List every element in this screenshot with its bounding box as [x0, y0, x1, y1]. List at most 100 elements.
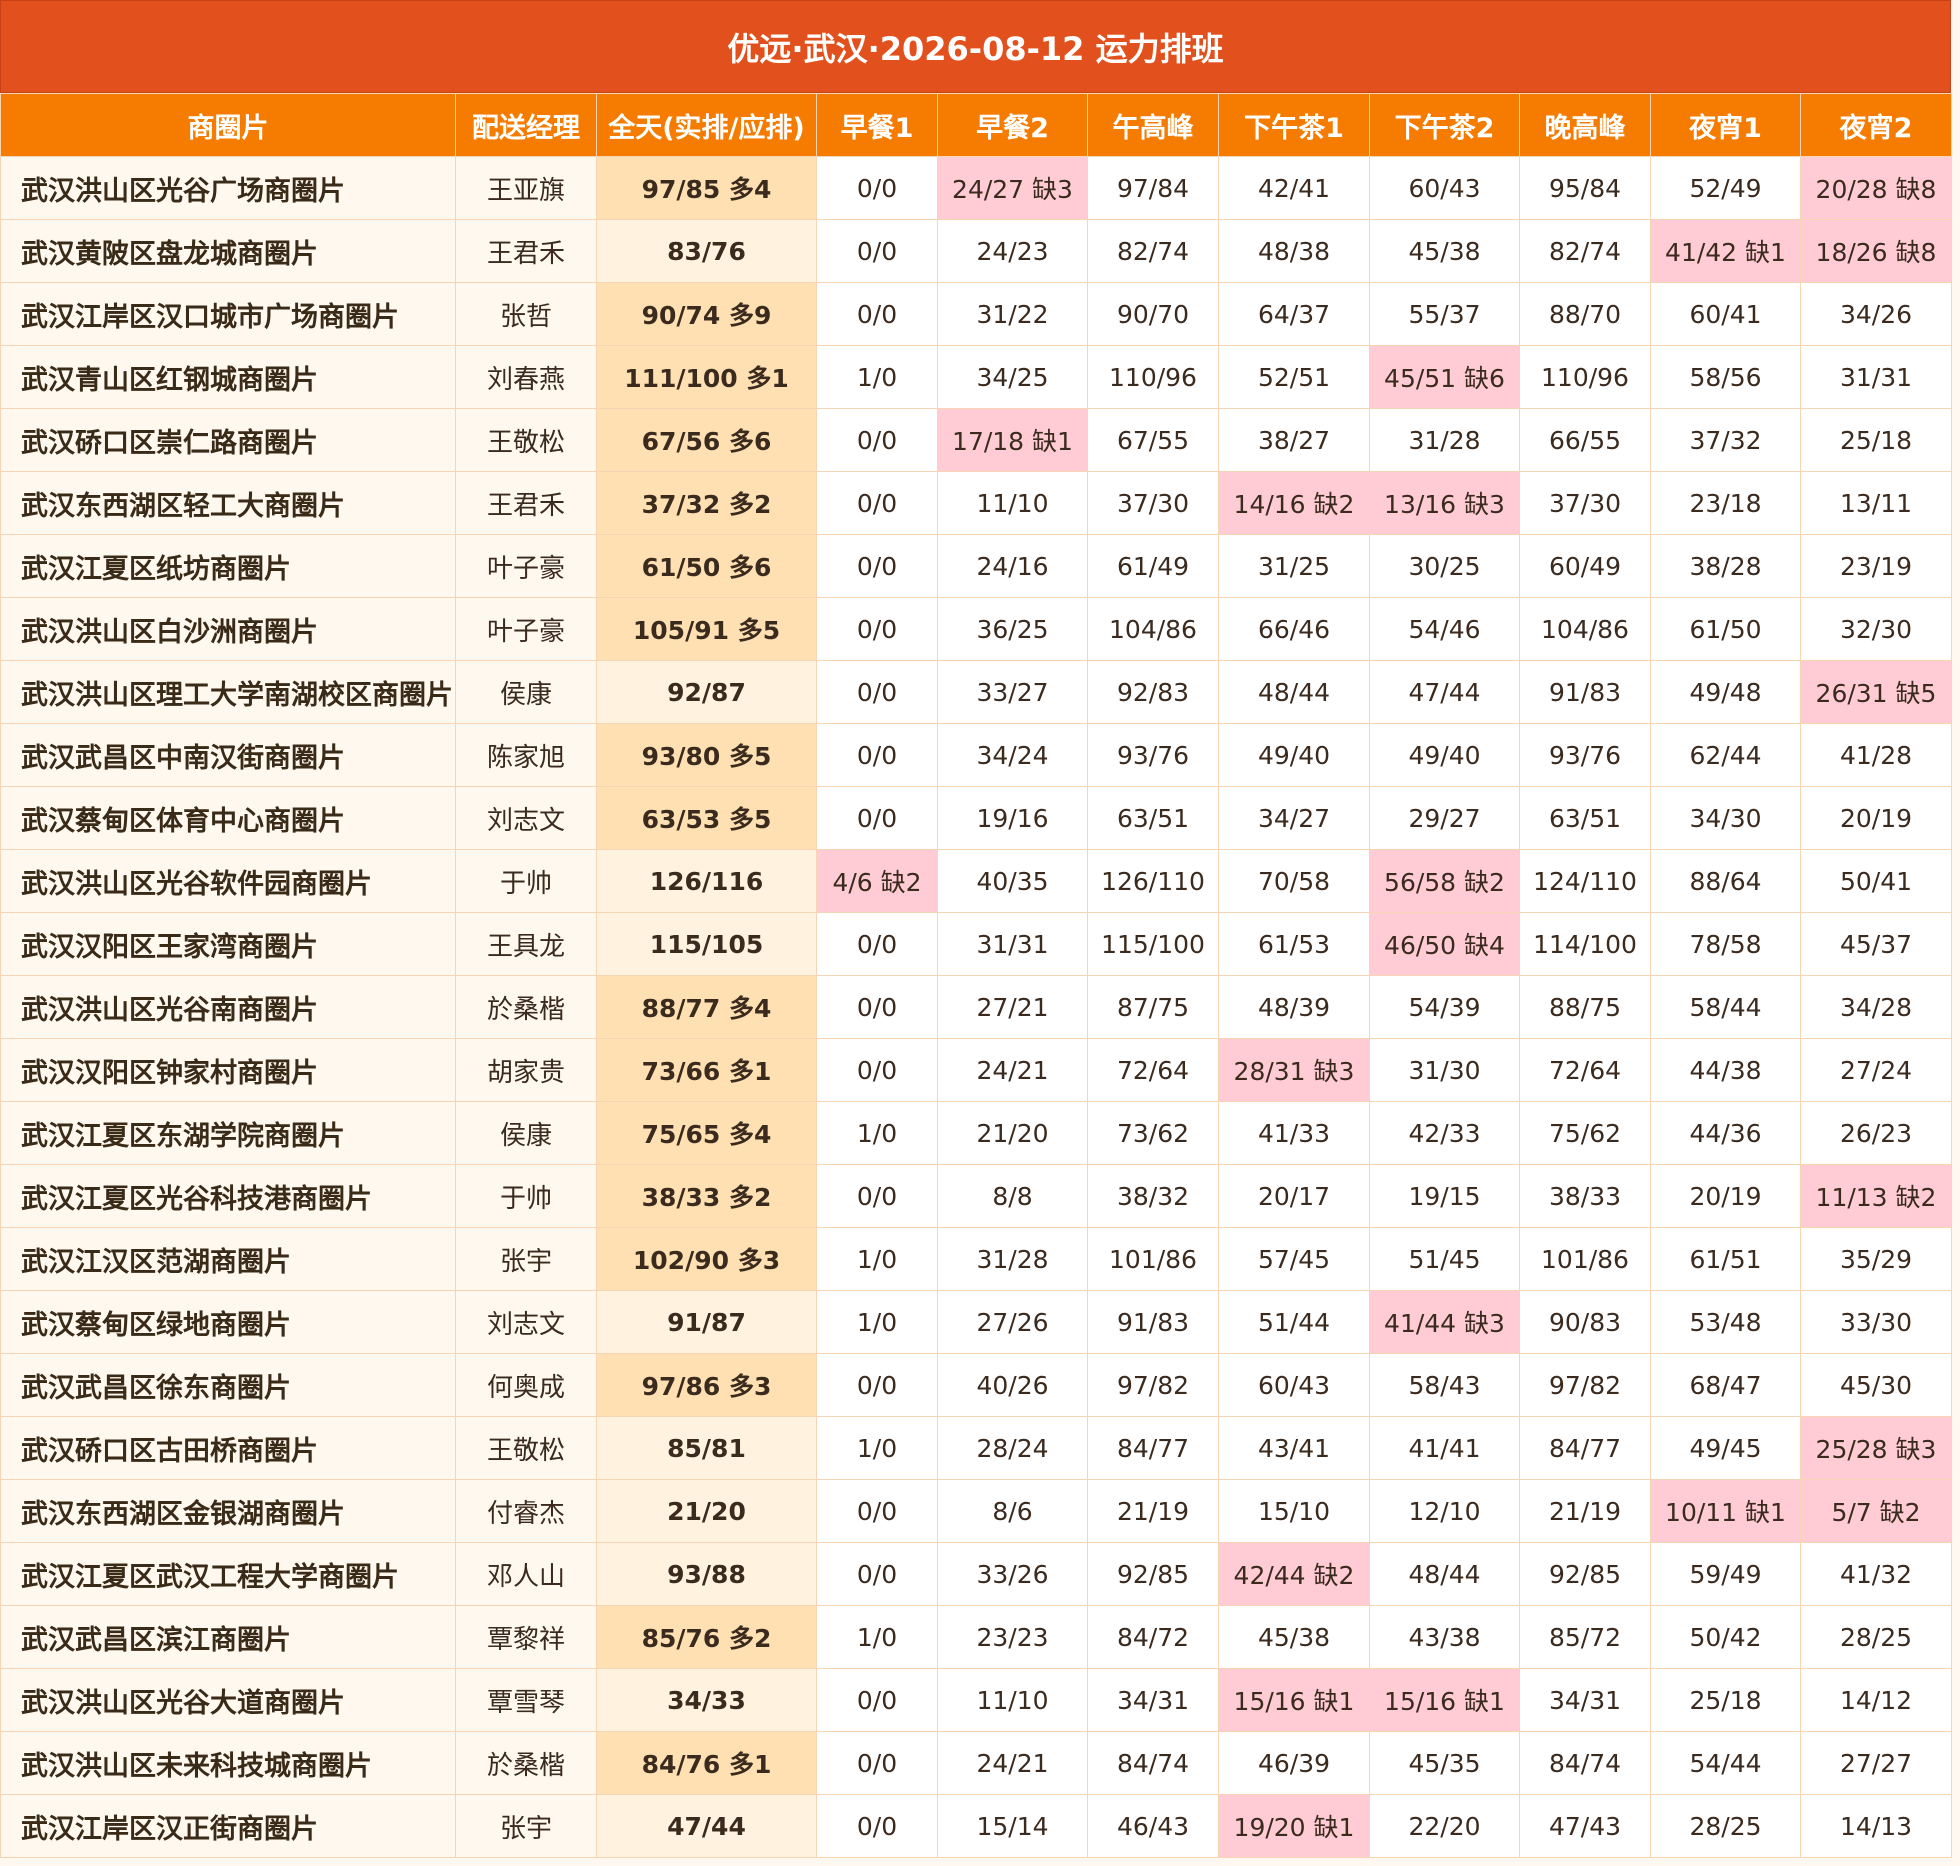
manager-cell: 覃雪琴 — [455, 1668, 597, 1732]
slot-lunch-peak-cell: 87/75 — [1087, 975, 1219, 1039]
table-row[interactable]: 武汉蔡甸区体育中心商圈片 刘志文 63/53 多5 0/0 19/16 63/51 34/2… — [0, 786, 1952, 850]
total-cell: 91/87 — [596, 1290, 817, 1354]
slot-late-night-1-cell: 34/30 — [1650, 786, 1801, 850]
slot-late-night-2-cell: 25/28 缺3 — [1800, 1416, 1952, 1480]
table-row[interactable]: 武汉洪山区光谷南商圈片 於桑楷 88/77 多4 0/0 27/21 87/75 48/39… — [0, 975, 1952, 1039]
manager-cell: 王君禾 — [455, 219, 597, 283]
table-row[interactable]: 武汉汉阳区钟家村商圈片 胡家贵 73/66 多1 0/0 24/21 72/64 28/31… — [0, 1038, 1952, 1102]
slot-afternoon-tea-1-cell: 49/40 — [1218, 723, 1370, 787]
total-cell: 47/44 — [596, 1794, 817, 1858]
slot-breakfast-1-cell: 0/0 — [816, 975, 938, 1039]
header-afternoon-tea-2[interactable]: 下午茶2 — [1369, 93, 1520, 157]
slot-lunch-peak-cell: 97/82 — [1087, 1353, 1219, 1417]
slot-dinner-peak-cell: 84/77 — [1519, 1416, 1651, 1480]
slot-dinner-peak-cell: 97/82 — [1519, 1353, 1651, 1417]
table-row[interactable]: 武汉洪山区理工大学南湖校区商圈片 侯康 92/87 0/0 33/27 92/83 48/4… — [0, 660, 1952, 724]
header-breakfast-2[interactable]: 早餐2 — [937, 93, 1088, 157]
header-total[interactable]: 全天(实排/应排) — [596, 93, 817, 157]
slot-dinner-peak-cell: 88/70 — [1519, 282, 1651, 346]
slot-lunch-peak-cell: 46/43 — [1087, 1794, 1219, 1858]
table-row[interactable]: 武汉洪山区光谷软件园商圈片 于帅 126/116 4/6 缺2 40/35 126/110… — [0, 849, 1952, 913]
slot-afternoon-tea-1-cell: 34/27 — [1218, 786, 1370, 850]
table-row[interactable]: 武汉东西湖区金银湖商圈片 付睿杰 21/20 0/0 8/6 21/19 15/10 12/1… — [0, 1479, 1952, 1543]
slot-afternoon-tea-2-cell: 19/15 — [1369, 1164, 1520, 1228]
slot-dinner-peak-cell: 101/86 — [1519, 1227, 1651, 1291]
table-row[interactable]: 武汉洪山区光谷广场商圈片 王亚旗 97/85 多4 0/0 24/27 缺3 97/84 4… — [0, 156, 1952, 220]
slot-breakfast-2-cell: 24/23 — [937, 219, 1088, 283]
slot-breakfast-2-cell: 33/27 — [937, 660, 1088, 724]
slot-breakfast-1-cell: 1/0 — [816, 1605, 938, 1669]
table-row[interactable]: 武汉蔡甸区绿地商圈片 刘志文 91/87 1/0 27/26 91/83 51/44 41/4… — [0, 1290, 1952, 1354]
header-area[interactable]: 商圈片 — [0, 93, 456, 157]
slot-breakfast-2-cell: 17/18 缺1 — [937, 408, 1088, 472]
table-header-row: 商圈片 配送经理 全天(实排/应排) 早餐1 早餐2 午高峰 下午茶1 下午茶2… — [0, 93, 1952, 157]
slot-afternoon-tea-2-cell: 43/38 — [1369, 1605, 1520, 1669]
slot-afternoon-tea-2-cell: 56/58 缺2 — [1369, 849, 1520, 913]
table-row[interactable]: 武汉洪山区光谷大道商圈片 覃雪琴 34/33 0/0 11/10 34/31 15/16 缺… — [0, 1668, 1952, 1732]
slot-afternoon-tea-2-cell: 29/27 — [1369, 786, 1520, 850]
header-late-night-1[interactable]: 夜宵1 — [1650, 93, 1801, 157]
slot-lunch-peak-cell: 97/84 — [1087, 156, 1219, 220]
table-row[interactable]: 武汉硚口区古田桥商圈片 王敬松 85/81 1/0 28/24 84/77 43/41 41/… — [0, 1416, 1952, 1480]
manager-cell: 叶子豪 — [455, 534, 597, 598]
slot-afternoon-tea-2-cell: 45/35 — [1369, 1731, 1520, 1795]
area-cell: 武汉青山区红钢城商圈片 — [0, 345, 456, 409]
table-row[interactable]: 武汉江夏区纸坊商圈片 叶子豪 61/50 多6 0/0 24/16 61/49 31/25 3… — [0, 534, 1952, 598]
table-row[interactable]: 武汉江汉区范湖商圈片 张宇 102/90 多3 1/0 31/28 101/86 57/45… — [0, 1227, 1952, 1291]
slot-dinner-peak-cell: 34/31 — [1519, 1668, 1651, 1732]
slot-breakfast-1-cell: 0/0 — [816, 597, 938, 661]
table-row[interactable]: 武汉汉阳区王家湾商圈片 王具龙 115/105 0/0 31/31 115/100 61/5… — [0, 912, 1952, 976]
table-row[interactable]: 武汉江夏区东湖学院商圈片 侯康 75/65 多4 1/0 21/20 73/62 41/33… — [0, 1101, 1952, 1165]
slot-dinner-peak-cell: 38/33 — [1519, 1164, 1651, 1228]
header-lunch-peak[interactable]: 午高峰 — [1087, 93, 1219, 157]
slot-breakfast-2-cell: 31/31 — [937, 912, 1088, 976]
slot-breakfast-2-cell: 15/14 — [937, 1794, 1088, 1858]
manager-cell: 王敬松 — [455, 408, 597, 472]
table-row[interactable]: 武汉青山区红钢城商圈片 刘春燕 111/100 多1 1/0 34/25 110/96 52… — [0, 345, 1952, 409]
table-row[interactable]: 武汉武昌区滨江商圈片 覃黎祥 85/76 多2 1/0 23/23 84/72 45/38 4… — [0, 1605, 1952, 1669]
slot-late-night-2-cell: 31/31 — [1800, 345, 1952, 409]
total-cell: 105/91 多5 — [596, 597, 817, 661]
slot-breakfast-1-cell: 0/0 — [816, 1668, 938, 1732]
table-row[interactable]: 武汉武昌区徐东商圈片 何奥成 97/86 多3 0/0 40/26 97/82 60/43 5… — [0, 1353, 1952, 1417]
slot-late-night-2-cell: 14/13 — [1800, 1794, 1952, 1858]
table-row[interactable]: 武汉黄陂区盘龙城商圈片 王君禾 83/76 0/0 24/23 82/74 48/38 45/… — [0, 219, 1952, 283]
header-afternoon-tea-1[interactable]: 下午茶1 — [1218, 93, 1370, 157]
slot-afternoon-tea-2-cell: 42/33 — [1369, 1101, 1520, 1165]
slot-lunch-peak-cell: 61/49 — [1087, 534, 1219, 598]
table-row[interactable]: 武汉江夏区光谷科技港商圈片 于帅 38/33 多2 0/0 8/8 38/32 20/17 1… — [0, 1164, 1952, 1228]
table-row[interactable]: 武汉洪山区白沙洲商圈片 叶子豪 105/91 多5 0/0 36/25 104/86 66/… — [0, 597, 1952, 661]
slot-late-night-2-cell: 32/30 — [1800, 597, 1952, 661]
slot-afternoon-tea-1-cell: 31/25 — [1218, 534, 1370, 598]
header-breakfast-1[interactable]: 早餐1 — [816, 93, 938, 157]
slot-breakfast-1-cell: 0/0 — [816, 1038, 938, 1102]
slot-afternoon-tea-1-cell: 38/27 — [1218, 408, 1370, 472]
table-row[interactable]: 武汉江夏区武汉工程大学商圈片 邓人山 93/88 0/0 33/26 92/85 42/44… — [0, 1542, 1952, 1606]
slot-lunch-peak-cell: 93/76 — [1087, 723, 1219, 787]
table-row[interactable]: 武汉武昌区中南汉街商圈片 陈家旭 93/80 多5 0/0 34/24 93/76 49/4… — [0, 723, 1952, 787]
schedule-container: 优远·武汉·2026-08-12 运力排班 商圈片 配送经理 全天(实排/应排)… — [0, 0, 1952, 1858]
slot-afternoon-tea-2-cell: 47/44 — [1369, 660, 1520, 724]
slot-dinner-peak-cell: 47/43 — [1519, 1794, 1651, 1858]
total-cell: 61/50 多6 — [596, 534, 817, 598]
header-manager[interactable]: 配送经理 — [455, 93, 597, 157]
table-row[interactable]: 武汉东西湖区轻工大商圈片 王君禾 37/32 多2 0/0 11/10 37/30 14/1… — [0, 471, 1952, 535]
table-row[interactable]: 武汉硚口区崇仁路商圈片 王敬松 67/56 多6 0/0 17/18 缺1 67/55 38… — [0, 408, 1952, 472]
table-row[interactable]: 武汉江岸区汉正街商圈片 张宇 47/44 0/0 15/14 46/43 19/20 缺1 2… — [0, 1794, 1952, 1858]
slot-afternoon-tea-1-cell: 48/44 — [1218, 660, 1370, 724]
table-row[interactable]: 武汉江岸区汉口城市广场商圈片 张哲 90/74 多9 0/0 31/22 90/70 64/… — [0, 282, 1952, 346]
table-row[interactable]: 武汉洪山区未来科技城商圈片 於桑楷 84/76 多1 0/0 24/21 84/74 46/… — [0, 1731, 1952, 1795]
manager-cell: 王具龙 — [455, 912, 597, 976]
slot-breakfast-1-cell: 0/0 — [816, 1794, 938, 1858]
area-cell: 武汉洪山区白沙洲商圈片 — [0, 597, 456, 661]
slot-dinner-peak-cell: 21/19 — [1519, 1479, 1651, 1543]
slot-breakfast-1-cell: 0/0 — [816, 1353, 938, 1417]
slot-afternoon-tea-1-cell: 52/51 — [1218, 345, 1370, 409]
area-cell: 武汉江夏区东湖学院商圈片 — [0, 1101, 456, 1165]
slot-breakfast-1-cell: 0/0 — [816, 282, 938, 346]
slot-afternoon-tea-1-cell: 66/46 — [1218, 597, 1370, 661]
header-dinner-peak[interactable]: 晚高峰 — [1519, 93, 1651, 157]
area-cell: 武汉洪山区光谷广场商圈片 — [0, 156, 456, 220]
header-late-night-2[interactable]: 夜宵2 — [1800, 93, 1952, 157]
slot-afternoon-tea-1-cell: 57/45 — [1218, 1227, 1370, 1291]
